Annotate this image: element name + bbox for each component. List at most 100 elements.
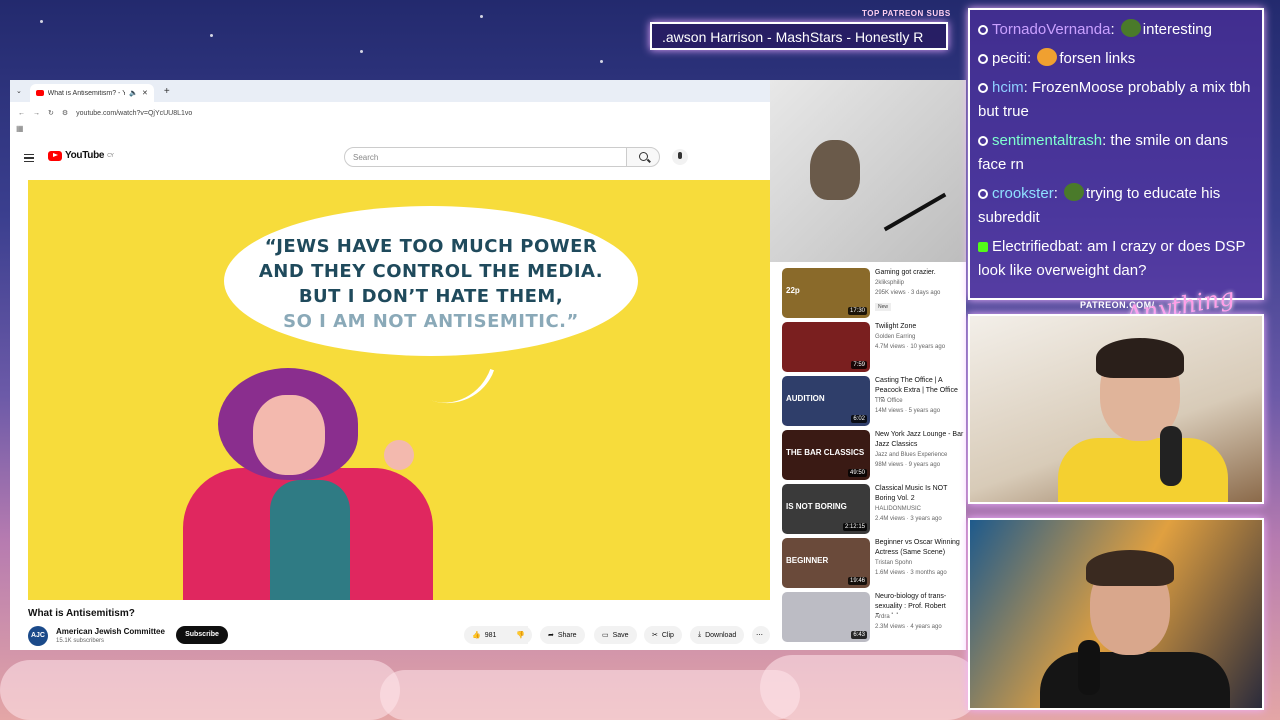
recommended-channel[interactable]: 2kliksphilip: [875, 280, 904, 286]
new-badge: New: [875, 303, 892, 311]
recommended-title[interactable]: Casting The Office | A Peacock Extra | T…: [875, 376, 966, 398]
youtube-favicon-icon: [35, 90, 44, 96]
patreon-ticker-text: .awson Harrison - MashStars - Honestly R: [662, 29, 924, 45]
voice-search-icon[interactable]: [672, 149, 688, 165]
apps-icon[interactable]: ▦: [16, 124, 24, 133]
tab-close-icon[interactable]: ✕: [142, 89, 148, 97]
recommended-video[interactable]: 22p 17:30 Gaming got crazier. 2kliksphil…: [782, 268, 966, 320]
thumbnail-text: 22p: [786, 286, 800, 295]
character-hand: [384, 440, 414, 470]
recommended-channel[interactable]: HALIDONMUSIC: [875, 506, 921, 512]
patreon-label: TOP PATREON SUBS: [862, 9, 951, 18]
recommended-channel[interactable]: Tristan Spohn: [875, 560, 912, 566]
save-label: Save: [612, 631, 629, 639]
guest-webcam-2: [968, 518, 1264, 710]
recommended-title[interactable]: Neuro-biology of trans-sexuality : Prof.…: [875, 592, 966, 614]
guest1-shirt: [1058, 438, 1228, 502]
platform-badge-icon: [978, 136, 988, 146]
video-duration: 19:46: [847, 577, 867, 585]
clip-icon: ✂: [652, 632, 658, 639]
recommended-meta: 1.6M views · 3 months ago: [875, 570, 947, 576]
video-duration: 2:12:15: [842, 523, 867, 531]
quote-line-4: SO I AM NOT ANTISEMITIC.”: [283, 311, 579, 332]
quote-line-1: “JEWS HAVE TOO MUCH POWER: [264, 236, 598, 257]
forward-icon[interactable]: →: [33, 110, 40, 117]
youtube-logo[interactable]: YouTube CY: [48, 150, 114, 161]
browser-window: ⌄ What is Antisemitism? - Yo 🔈 ✕ + ← → ↻…: [10, 80, 770, 650]
video-player[interactable]: “JEWS HAVE TOO MUCH POWER AND THEY CONTR…: [28, 180, 770, 600]
background-cloud: [760, 655, 980, 720]
recommended-title[interactable]: Beginner vs Oscar Winning Actress (Same …: [875, 538, 966, 558]
video-thumbnail[interactable]: AUDITION 6:02: [782, 376, 870, 426]
chat-username[interactable]: sentimentaltrash: [992, 132, 1102, 149]
video-thumbnail[interactable]: THE BAR CLASSICS 49:50: [782, 430, 870, 480]
download-button[interactable]: ⤓ Download: [690, 626, 745, 644]
recommended-video[interactable]: THE BAR CLASSICS 49:50 New York Jazz Lou…: [782, 430, 966, 482]
video-thumbnail[interactable]: 22p 17:30: [782, 268, 870, 318]
more-icon: ⋯: [756, 632, 763, 639]
chat-message: hcim: FrozenMoose probably a mix tbh but…: [978, 79, 1251, 120]
recommended-channel[interactable]: Ardra: [875, 614, 890, 620]
character-shirt: [270, 480, 350, 600]
recommended-meta: 2.4M views · 3 years ago: [875, 516, 942, 522]
subscribe-button[interactable]: Subscribe: [176, 626, 228, 644]
browser-tab[interactable]: What is Antisemitism? - Yo 🔈 ✕: [29, 84, 154, 102]
video-title: What is Antisemitism?: [28, 608, 135, 619]
share-label: Share: [557, 631, 577, 639]
chat-username[interactable]: peciti: [992, 50, 1027, 67]
hamburger-menu-icon[interactable]: [24, 154, 34, 162]
share-button[interactable]: ➦ Share: [540, 626, 585, 644]
video-duration: 49:50: [847, 469, 867, 477]
mic-arm: [883, 192, 947, 232]
recommended-meta: 4.7M views · 10 years ago: [875, 344, 946, 350]
recommended-title[interactable]: Gaming got crazier.: [875, 268, 966, 278]
recommended-title[interactable]: Twilight Zone: [875, 322, 966, 332]
channel-avatar[interactable]: AJC: [28, 626, 48, 646]
dislike-button[interactable]: 👎: [508, 626, 532, 644]
chat-username[interactable]: TornadoVernanda: [992, 21, 1110, 38]
recommended-title[interactable]: New York Jazz Lounge - Bar Jazz Classics: [875, 430, 966, 450]
reload-icon[interactable]: ↻: [48, 109, 54, 117]
streamer-figure: [810, 140, 860, 200]
recommended-video[interactable]: AUDITION 6:02 Casting The Office | A Pea…: [782, 376, 966, 428]
kick-badge-icon: [978, 242, 988, 252]
site-info-icon[interactable]: ⚙: [62, 109, 68, 117]
tab-bar: ⌄ What is Antisemitism? - Yo 🔈 ✕ +: [10, 80, 770, 102]
new-tab-icon[interactable]: +: [164, 86, 170, 97]
recommended-channel[interactable]: Golden Earring: [875, 334, 915, 340]
video-duration: 6:02: [851, 415, 867, 423]
clip-button[interactable]: ✂ Clip: [644, 626, 682, 644]
recommended-video[interactable]: 6:43 Neuro-biology of trans-sexuality : …: [782, 592, 966, 644]
video-thumbnail[interactable]: IS NOT BORING 2:12:15: [782, 484, 870, 534]
chat-text: interesting: [1142, 21, 1212, 38]
url-text[interactable]: youtube.com/watch?v=QjYcUU8L1vo: [76, 110, 192, 117]
chat-username[interactable]: hcim: [992, 79, 1024, 96]
recommended-channel[interactable]: Jazz and Blues Experience: [875, 452, 947, 458]
video-thumbnail[interactable]: BEGINNER 19:46: [782, 538, 870, 588]
tab-audio-icon[interactable]: 🔈: [129, 89, 138, 97]
recommended-title[interactable]: Classical Music Is NOT Boring Vol. 2: [875, 484, 966, 504]
more-actions-button[interactable]: ⋯: [752, 626, 770, 644]
chat-username[interactable]: crookster: [992, 185, 1054, 202]
channel-name[interactable]: American Jewish Committee: [56, 627, 165, 636]
recommended-video[interactable]: IS NOT BORING 2:12:15 Classical Music Is…: [782, 484, 966, 536]
chat-username[interactable]: Electrifiedbat: [992, 238, 1079, 255]
platform-badge-icon: [978, 83, 988, 93]
speech-bubble-tail: [401, 342, 495, 418]
recommended-video[interactable]: BEGINNER 19:46 Beginner vs Oscar Winning…: [782, 538, 966, 590]
background-star: [40, 20, 43, 23]
clip-label: Clip: [661, 631, 674, 639]
recommended-channel[interactable]: The Office: [875, 398, 903, 404]
youtube-country-code: CY: [107, 152, 114, 159]
video-thumbnail[interactable]: 7:59: [782, 322, 870, 372]
video-thumbnail[interactable]: 6:43: [782, 592, 870, 642]
search-input[interactable]: Search: [344, 147, 627, 167]
tab-list-chevron-icon[interactable]: ⌄: [16, 87, 22, 95]
recommended-video[interactable]: 7:59 Twilight Zone Golden Earring 4.7M v…: [782, 322, 966, 374]
platform-badge-icon: [978, 189, 988, 199]
search-icon[interactable]: [626, 147, 660, 167]
back-icon[interactable]: ←: [18, 110, 25, 117]
recommended-videos: 22p 17:30 Gaming got crazier. 2kliksphil…: [770, 262, 966, 650]
chat-message: Electrifiedbat: am I crazy or does DSP l…: [978, 238, 1246, 279]
save-button[interactable]: ▭ Save: [594, 626, 637, 644]
